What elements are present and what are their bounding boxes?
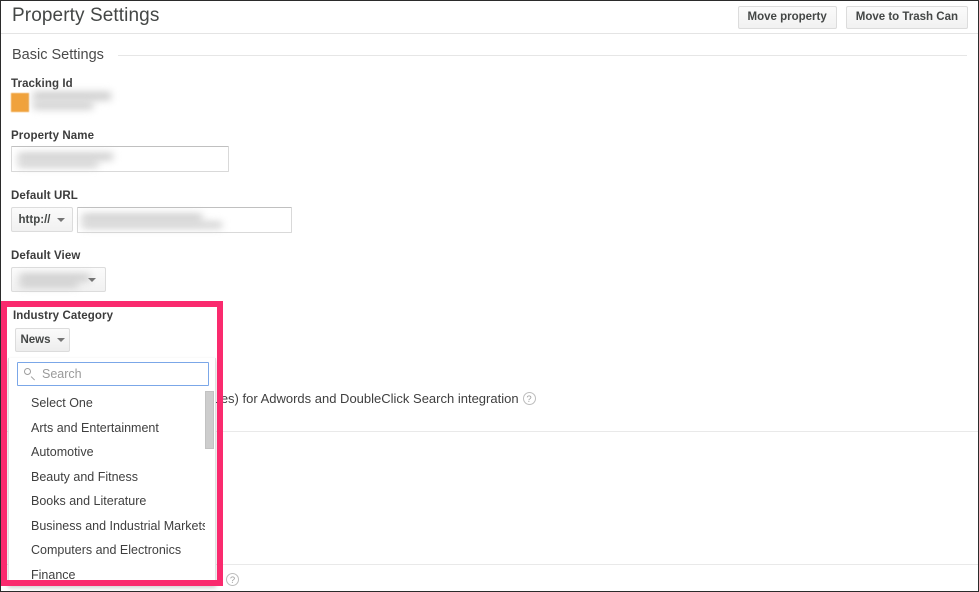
default-url-label: Default URL (11, 190, 78, 202)
dropdown-option[interactable]: Arts and Entertainment (9, 416, 215, 441)
tracking-id-color-swatch (11, 93, 29, 112)
dropdown-search-box[interactable] (17, 362, 209, 386)
help-icon[interactable]: ? (226, 573, 239, 586)
redacted-text (18, 161, 98, 167)
move-property-button[interactable]: Move property (737, 6, 837, 29)
dropdown-option[interactable]: Beauty and Fitness (9, 465, 215, 490)
redacted-text (33, 92, 111, 100)
dropdown-option[interactable]: Books and Literature (9, 489, 215, 514)
redacted-text (18, 153, 113, 160)
property-settings-screen: Property Settings Move property Move to … (0, 0, 979, 592)
redacted-text (20, 281, 78, 287)
help-icon[interactable]: ? (522, 392, 536, 405)
tracking-id-label: Tracking Id (11, 78, 73, 90)
chevron-down-icon (88, 278, 96, 282)
dropdown-option[interactable]: Select One (9, 391, 215, 416)
industry-category-label: Industry Category (13, 310, 114, 322)
tracking-id-value (11, 91, 116, 112)
section-divider (117, 54, 967, 56)
url-protocol-select[interactable]: http:// (11, 207, 73, 232)
dropdown-search-input[interactable] (42, 367, 202, 381)
default-url-input[interactable] (77, 207, 292, 233)
industry-category-value: News (20, 334, 51, 346)
dropdown-option[interactable]: Finance (9, 563, 215, 586)
chevron-down-icon (56, 338, 65, 342)
search-icon (24, 367, 37, 381)
header-actions: Move property Move to Trash Can (737, 6, 968, 29)
basic-settings-section-header: Basic Settings (12, 47, 967, 63)
page-header: Property Settings Move property Move to … (1, 1, 978, 34)
property-name-input[interactable] (11, 146, 229, 172)
dropdown-option[interactable]: Business and Industrial Markets (9, 514, 215, 539)
default-view-label: Default View (11, 250, 81, 262)
chevron-down-icon (57, 217, 66, 222)
move-to-trash-can-button[interactable]: Move to Trash Can (845, 6, 968, 29)
default-view-select[interactable] (11, 267, 106, 292)
redacted-text (82, 222, 222, 228)
industry-category-select[interactable]: News (15, 328, 70, 352)
dropdown-option-list: Select One Arts and Entertainment Automo… (9, 391, 215, 586)
industry-category-dropdown: Select One Arts and Entertainment Automo… (8, 358, 216, 586)
redacted-text (33, 102, 93, 109)
section-title: Basic Settings (12, 47, 104, 63)
property-name-label: Property Name (11, 130, 95, 142)
dropdown-scrollbar-thumb[interactable] (205, 391, 214, 449)
url-protocol-value: http:// (18, 213, 51, 226)
redacted-text (82, 214, 202, 221)
dropdown-option[interactable]: Computers and Electronics (9, 538, 215, 563)
redacted-text (20, 274, 90, 281)
dropdown-option[interactable]: Automotive (9, 440, 215, 465)
page-title: Property Settings (12, 5, 160, 26)
